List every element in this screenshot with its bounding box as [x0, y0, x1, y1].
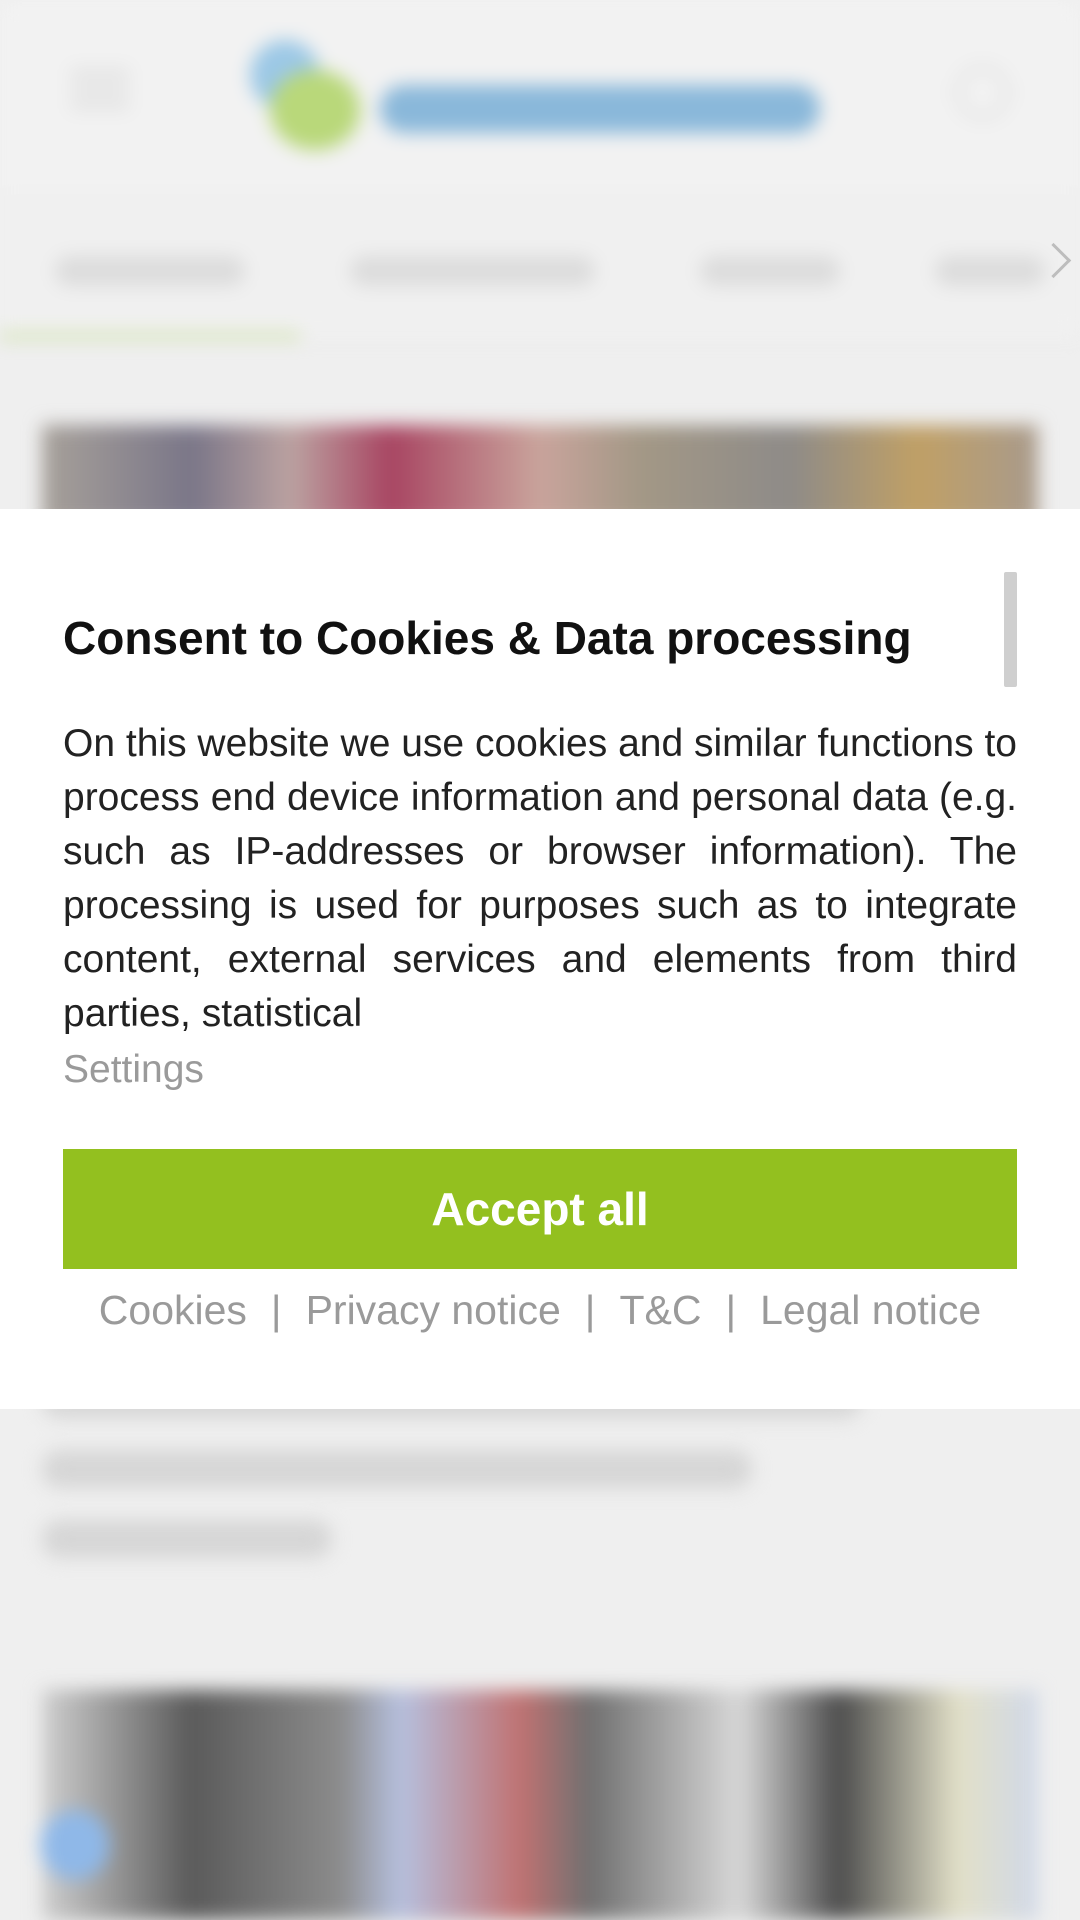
photo-badge	[40, 1810, 110, 1880]
article-photo	[42, 1690, 1038, 1920]
privacy-notice-link[interactable]: Privacy notice	[306, 1287, 561, 1334]
site-logo	[380, 85, 820, 133]
article-text-line	[42, 1520, 332, 1558]
accept-all-button[interactable]: Accept all	[63, 1149, 1017, 1269]
article-text-line	[42, 1450, 752, 1488]
legal-notice-link[interactable]: Legal notice	[760, 1287, 981, 1334]
logo-leaf-green	[270, 70, 360, 150]
category-nav	[0, 196, 1080, 338]
hamburger-icon	[70, 70, 130, 110]
consent-body-text: On this website we use cookies and simil…	[63, 721, 1017, 1034]
settings-link[interactable]: Settings	[63, 1043, 204, 1097]
user-icon	[955, 65, 1010, 120]
link-separator: |	[270, 1287, 282, 1333]
cookies-link[interactable]: Cookies	[99, 1287, 247, 1334]
scrollbar-thumb[interactable]	[1004, 572, 1017, 687]
link-separator: |	[725, 1287, 737, 1333]
consent-title: Consent to Cookies & Data processing	[63, 612, 912, 664]
link-separator: |	[584, 1287, 596, 1333]
legal-links: Cookies | Privacy notice | T&C | Legal n…	[63, 1283, 1017, 1338]
consent-scroll-area[interactable]: Consent to Cookies & Data processing On …	[63, 569, 1017, 1034]
terms-link[interactable]: T&C	[619, 1287, 701, 1334]
